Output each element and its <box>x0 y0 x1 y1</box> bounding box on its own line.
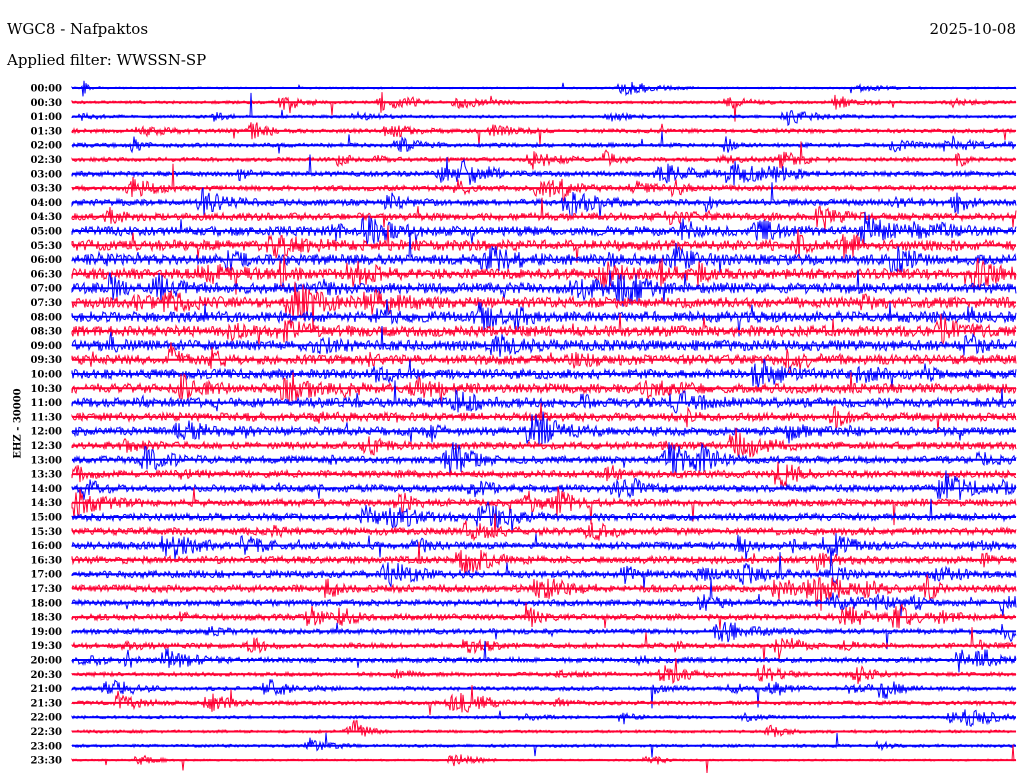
row-time-label: 21:30 <box>30 698 62 709</box>
row-time-label: 19:00 <box>30 627 62 638</box>
row-time-label: 04:00 <box>30 198 62 209</box>
row-time-label: 22:00 <box>30 713 62 724</box>
row-time-label: 03:00 <box>30 169 62 180</box>
row-time-label: 16:00 <box>30 541 62 552</box>
row-time-label: 10:30 <box>30 384 62 395</box>
row-time-label: 00:30 <box>30 98 62 109</box>
row-time-label: 10:00 <box>30 370 62 381</box>
row-time-label: 02:30 <box>30 155 62 166</box>
trace-row <box>71 744 1017 773</box>
trace-row <box>71 577 1017 617</box>
row-time-label: 23:00 <box>30 741 62 752</box>
row-time-label: 05:30 <box>30 241 62 252</box>
row-time-label: 23:30 <box>30 756 62 767</box>
row-time-label: 14:30 <box>30 498 62 509</box>
row-time-label: 17:30 <box>30 584 62 595</box>
row-time-label: 06:30 <box>30 269 62 280</box>
row-time-label: 12:00 <box>30 427 62 438</box>
row-time-label: 02:00 <box>30 141 62 152</box>
row-time-label: 09:00 <box>30 341 62 352</box>
row-time-label: 15:00 <box>30 513 62 524</box>
row-time-label: 01:30 <box>30 126 62 137</box>
row-time-label: 18:00 <box>30 598 62 609</box>
row-time-label: 22:30 <box>30 727 62 738</box>
trace-row <box>71 92 1017 127</box>
row-time-label: 19:30 <box>30 641 62 652</box>
row-time-label: 18:30 <box>30 613 62 624</box>
trace-row <box>71 658 1017 685</box>
row-time-label: 11:30 <box>30 412 62 423</box>
trace-row <box>71 163 1017 203</box>
row-time-label: 07:00 <box>30 284 62 295</box>
row-time-label: 06:00 <box>30 255 62 266</box>
row-time-label: 13:30 <box>30 470 62 481</box>
trace-row <box>71 131 1016 154</box>
row-time-label: 15:30 <box>30 527 62 538</box>
helicorder-plot: 00:00 00:30 01:00 01:30 02:00 02:30 03:00 03:30… <box>30 80 1017 773</box>
row-time-label: 05:00 <box>30 227 62 238</box>
trace-row <box>71 720 1017 738</box>
row-time-label: 00:00 <box>30 84 62 95</box>
row-time-label: 20:30 <box>30 670 62 681</box>
row-time-label: 01:00 <box>30 112 62 123</box>
trace-row <box>71 122 1017 147</box>
row-time-label: 16:30 <box>30 555 62 566</box>
row-time-label: 13:00 <box>30 455 62 466</box>
row-time-label: 20:00 <box>30 656 62 667</box>
row-time-label: 07:30 <box>30 298 62 309</box>
trace-row <box>71 232 1017 275</box>
row-time-label: 14:00 <box>30 484 62 495</box>
row-time-label: 04:30 <box>30 212 62 223</box>
row-time-label: 12:30 <box>30 441 62 452</box>
row-time-label: 08:30 <box>30 327 62 338</box>
row-time-label: 21:00 <box>30 684 62 695</box>
row-time-label: 09:30 <box>30 355 62 366</box>
row-time-label: 08:00 <box>30 312 62 323</box>
row-time-label: 17:00 <box>30 570 62 581</box>
row-time-label: 03:30 <box>30 184 62 195</box>
row-time-label: 11:00 <box>30 398 62 409</box>
